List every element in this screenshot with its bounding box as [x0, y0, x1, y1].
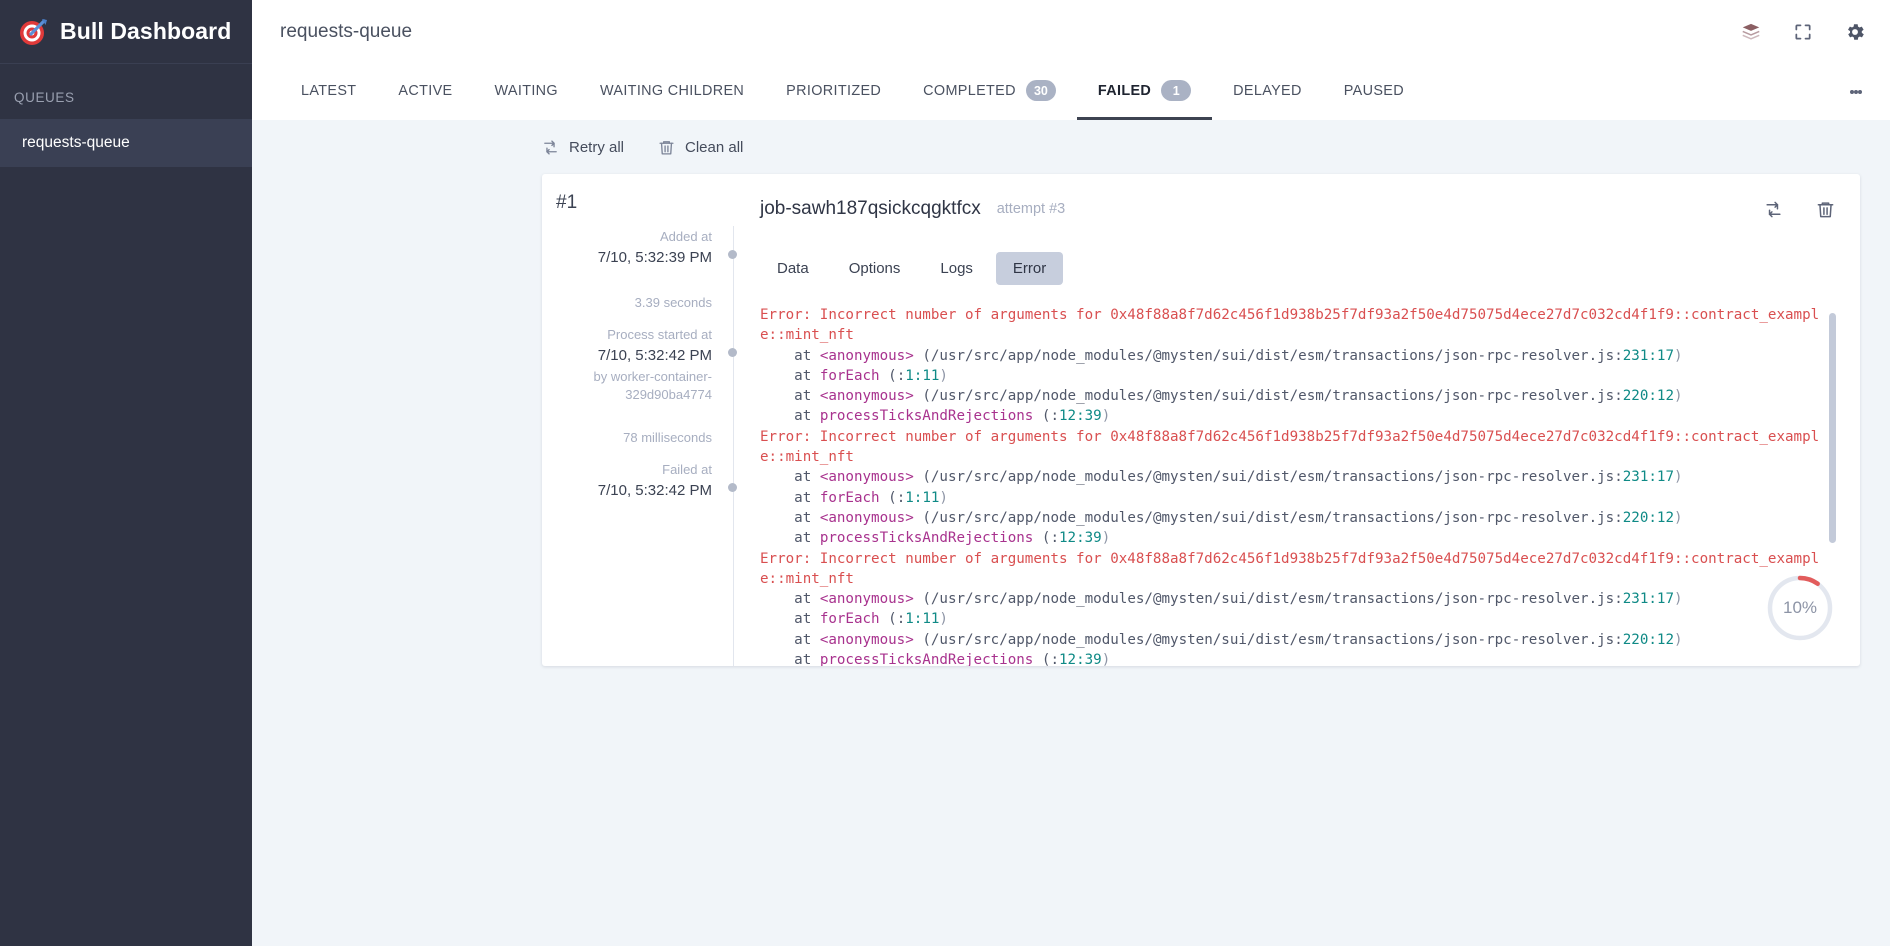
trash-icon — [659, 140, 674, 155]
timeline-process-started: Process started at 7/10, 5:32:42 PM by w… — [542, 326, 737, 404]
timeline-dot — [728, 483, 737, 493]
job-card: #1 Added at 7/10, 5:32:39 PM 3.39 second… — [542, 174, 1860, 666]
redis-icon[interactable] — [1738, 19, 1764, 45]
failed-at-value: 7/10, 5:32:42 PM — [597, 481, 712, 499]
tab-delayed[interactable]: DELAYED — [1212, 64, 1323, 120]
sidebar-item-requests-queue[interactable]: requests-queue — [0, 119, 252, 167]
job-progress-ring: 10% — [1764, 572, 1836, 644]
retry-all-label: Retry all — [569, 138, 625, 156]
page-title: requests-queue — [280, 21, 413, 42]
gear-icon[interactable] — [1842, 19, 1868, 45]
main-area: requests-queue LATEST ACTIVE WAITING WAI… — [252, 0, 1890, 946]
tab-completed[interactable]: COMPLETED 30 — [902, 64, 1077, 120]
tab-paused[interactable]: PAUSED — [1323, 64, 1425, 120]
tab-label: PRIORITIZED — [786, 82, 882, 99]
content: Retry all Clean all #1 Added at 7/10, 5:… — [252, 120, 1890, 946]
clean-all-label: Clean all — [685, 138, 744, 156]
sidebar: Bull Dashboard QUEUES requests-queue — [0, 0, 252, 946]
tab-label: COMPLETED — [923, 82, 1016, 99]
tab-label: WAITING — [494, 82, 558, 99]
job-details: job-sawh187qsickcqgktfcx attempt #3 Data… — [734, 174, 1860, 666]
tab-prioritized[interactable]: PRIORITIZED — [765, 64, 902, 120]
retry-icon — [544, 139, 557, 155]
error-scrollbar[interactable] — [1829, 313, 1836, 543]
tab-count-badge: 1 — [1161, 80, 1192, 101]
tab-count-badge: 30 — [1025, 80, 1056, 101]
tab-latest[interactable]: LATEST — [280, 64, 377, 120]
progress-percent-label: 10% — [1782, 598, 1818, 617]
retry-job-icon[interactable] — [1760, 196, 1786, 222]
target-dart-icon — [18, 17, 48, 47]
tab-active[interactable]: ACTIVE — [377, 64, 473, 120]
job-tab-logs[interactable]: Logs — [923, 252, 990, 285]
brand: Bull Dashboard — [0, 0, 252, 64]
clean-all-button[interactable]: Clean all — [658, 139, 743, 156]
jobs-list: #1 Added at 7/10, 5:32:39 PM 3.39 second… — [252, 174, 1890, 666]
timeline-rail — [733, 226, 734, 666]
error-output-pane[interactable]: Error: Incorrect number of arguments for… — [760, 305, 1838, 666]
tab-label: FAILED — [1097, 82, 1152, 99]
tab-label: WAITING CHILDREN — [599, 82, 745, 99]
tabs-list: LATEST ACTIVE WAITING WAITING CHILDREN PRIOR… — [280, 64, 1425, 120]
queue-tabs: LATEST ACTIVE WAITING WAITING CHILDREN PRIOR… — [252, 64, 1890, 120]
timeline-added: Added at 7/10, 5:32:39 PM — [542, 228, 737, 269]
worker-name-line1: by worker-container- — [593, 368, 713, 384]
fullscreen-icon[interactable] — [1790, 19, 1816, 45]
more-options-icon[interactable] — [1840, 64, 1872, 120]
tab-label: ACTIVE — [398, 82, 453, 99]
job-id: job-sawh187qsickcqgktfcx — [760, 198, 981, 219]
retry-all-button[interactable]: Retry all — [542, 139, 624, 156]
tab-waiting[interactable]: WAITING — [474, 64, 579, 120]
added-at-value: 7/10, 5:32:39 PM — [597, 248, 712, 266]
brand-title: Bull Dashboard — [60, 18, 232, 44]
queues-section-label: QUEUES — [14, 90, 75, 105]
job-tab-error[interactable]: Error — [995, 252, 1064, 285]
error-stack-trace: Error: Incorrect number of arguments for… — [760, 307, 1820, 666]
tab-label: LATEST — [301, 82, 357, 99]
topbar: requests-queue — [252, 0, 1890, 64]
duration-added-to-start: 3.39 seconds — [634, 295, 712, 311]
added-at-label: Added at — [659, 229, 712, 244]
job-detail-tabs: Data Options Logs Error — [760, 252, 1860, 285]
tab-waiting-children[interactable]: WAITING CHILDREN — [579, 64, 765, 120]
job-attempt: attempt #3 — [996, 201, 1066, 217]
tab-failed[interactable]: FAILED 1 — [1076, 64, 1213, 120]
failed-at-label: Failed at — [662, 462, 712, 478]
tab-label: DELAYED — [1233, 82, 1302, 99]
delete-job-icon[interactable] — [1812, 196, 1838, 222]
job-tab-options[interactable]: Options — [832, 252, 918, 285]
bulk-actions-toolbar: Retry all Clean all — [252, 120, 1890, 174]
worker-name-line2: 329d90ba4774 — [625, 386, 712, 402]
error-scroll-region[interactable]: Error: Incorrect number of arguments for… — [760, 305, 1838, 666]
job-header: job-sawh187qsickcqgktfcx attempt #3 — [760, 196, 1860, 222]
queue-name: requests-queue — [22, 134, 130, 151]
timeline-dot — [728, 250, 737, 259]
tab-label: PAUSED — [1343, 82, 1404, 99]
duration-start-to-fail: 78 milliseconds — [623, 430, 712, 446]
timeline-failed: Failed at 7/10, 5:32:42 PM — [542, 461, 737, 502]
job-tab-data[interactable]: Data — [760, 252, 826, 285]
topbar-actions — [1738, 19, 1868, 45]
job-timeline: Added at 7/10, 5:32:39 PM 3.39 seconds P… — [542, 174, 737, 666]
process-started-label: Process started at — [607, 327, 712, 343]
job-actions — [1760, 196, 1838, 222]
process-started-value: 7/10, 5:32:42 PM — [597, 347, 712, 365]
